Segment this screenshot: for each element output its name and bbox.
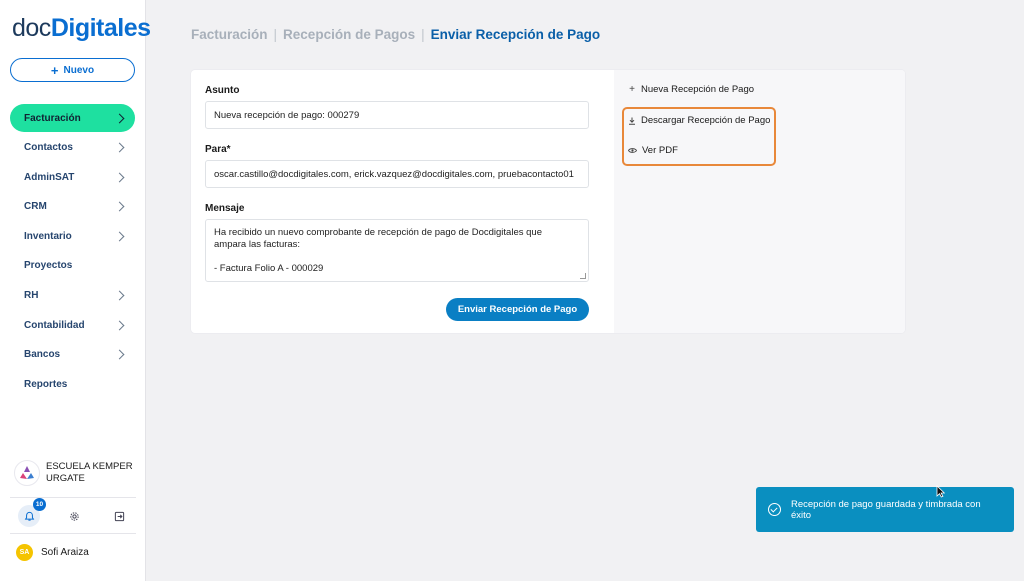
to-input[interactable]: oscar.castillo@docdigitales.com, erick.v… (205, 160, 589, 188)
sidebar-item-adminsat[interactable]: AdminSAT (10, 163, 135, 191)
plus-icon: + (50, 62, 59, 78)
resize-handle[interactable] (580, 273, 586, 279)
sidebar-footer-icons: 10 (18, 498, 130, 527)
organization-switcher[interactable]: ESCUELA KEMPER URGATE (14, 460, 140, 486)
actions-panel: + Nueva Recepción de Pago Descargar Rece… (614, 70, 905, 333)
divider (10, 533, 136, 534)
divider (10, 497, 136, 498)
chevron-right-icon (114, 142, 125, 153)
chevron-right-icon (114, 113, 125, 123)
avatar: SA (16, 544, 33, 561)
chevron-right-icon (114, 201, 125, 212)
plus-icon: + (629, 84, 635, 95)
user-name: Sofi Araiza (41, 547, 89, 558)
message-label: Mensaje (205, 203, 245, 214)
message-textarea[interactable]: Ha recibido un nuevo comprobante de rece… (205, 219, 589, 282)
sidebar-item-contactos[interactable]: Contactos (10, 134, 135, 162)
sidebar-item-label: Inventario (24, 230, 72, 242)
sidebar-item-label: Facturación (24, 112, 81, 124)
settings-button[interactable] (63, 505, 85, 527)
notifications-button[interactable]: 10 (18, 498, 46, 527)
toast-message: Recepción de pago guardada y timbrada co… (791, 498, 981, 521)
breadcrumb-separator: | (273, 27, 278, 42)
sidebar: docDigitales + Nuevo Facturación Contact… (0, 0, 151, 581)
mouse-cursor-icon (936, 485, 945, 498)
sidebar-item-label: AdminSAT (24, 171, 75, 183)
subject-input[interactable]: Nueva recepción de pago: 000279 (205, 101, 589, 129)
organization-name: ESCUELA KEMPER URGATE (46, 461, 133, 484)
new-button-label: Nuevo (63, 64, 95, 76)
gear-icon (69, 511, 79, 521)
logout-button[interactable] (108, 505, 130, 527)
sidebar-item-label: Proyectos (24, 260, 73, 272)
main-menu: Facturación Contactos AdminSAT CRM Inven… (10, 104, 135, 400)
sidebar-item-contabilidad[interactable]: Contabilidad (10, 311, 135, 339)
sidebar-item-reportes[interactable]: Reportes (10, 370, 135, 398)
sidebar-item-label: Bancos (24, 349, 61, 361)
new-button[interactable]: + Nuevo (10, 58, 135, 82)
chevron-right-icon (114, 172, 125, 183)
download-receipt-link[interactable]: Descargar Recepción de Pago (628, 115, 770, 126)
breadcrumb-recepcion-pagos[interactable]: Recepción de Pagos (283, 27, 415, 42)
sidebar-item-rh[interactable]: RH (10, 282, 135, 310)
sidebar-item-proyectos[interactable]: Proyectos (10, 252, 135, 280)
success-toast[interactable]: Recepción de pago guardada y timbrada co… (756, 487, 1014, 532)
email-form: Asunto Nueva recepción de pago: 000279 P… (191, 70, 614, 333)
sidebar-item-crm[interactable]: CRM (10, 193, 135, 221)
send-receipt-button[interactable]: Enviar Recepción de Pago (446, 298, 589, 321)
user-profile[interactable]: SA Sofi Araiza (16, 544, 89, 561)
docdigitales-logo[interactable]: docDigitales (12, 14, 151, 43)
notification-count-badge: 10 (33, 498, 46, 511)
view-pdf-link[interactable]: Ver PDF (628, 145, 678, 156)
send-receipt-card: Asunto Nueva recepción de pago: 000279 P… (191, 70, 905, 333)
logout-icon (114, 511, 124, 521)
eye-icon (628, 148, 637, 153)
subject-label: Asunto (205, 85, 240, 96)
chevron-right-icon (114, 349, 125, 360)
sidebar-item-facturacion[interactable]: Facturación (10, 104, 135, 132)
sidebar-item-label: Contabilidad (24, 319, 85, 331)
sidebar-item-label: RH (24, 290, 39, 302)
chevron-right-icon (114, 290, 125, 301)
sidebar-item-bancos[interactable]: Bancos (10, 341, 135, 369)
page-title: Enviar Recepción de Pago (430, 27, 601, 42)
sidebar-item-label: CRM (24, 201, 47, 213)
bell-icon (24, 511, 34, 521)
chevron-right-icon (114, 320, 125, 331)
new-receipt-link[interactable]: + Nueva Recepción de Pago (628, 84, 754, 95)
sidebar-item-label: Contactos (24, 142, 73, 154)
sidebar-item-label: Reportes (24, 378, 68, 390)
sidebar-item-inventario[interactable]: Inventario (10, 222, 135, 250)
breadcrumb-separator: | (421, 27, 425, 42)
breadcrumb: Facturación | Recepción de Pagos | Envia… (191, 27, 600, 42)
breadcrumb-facturacion[interactable]: Facturación (191, 27, 268, 42)
to-label: Para* (205, 144, 231, 155)
check-circle-icon (768, 503, 781, 516)
organization-logo (14, 460, 40, 486)
download-icon (629, 117, 635, 125)
chevron-right-icon (114, 231, 125, 242)
